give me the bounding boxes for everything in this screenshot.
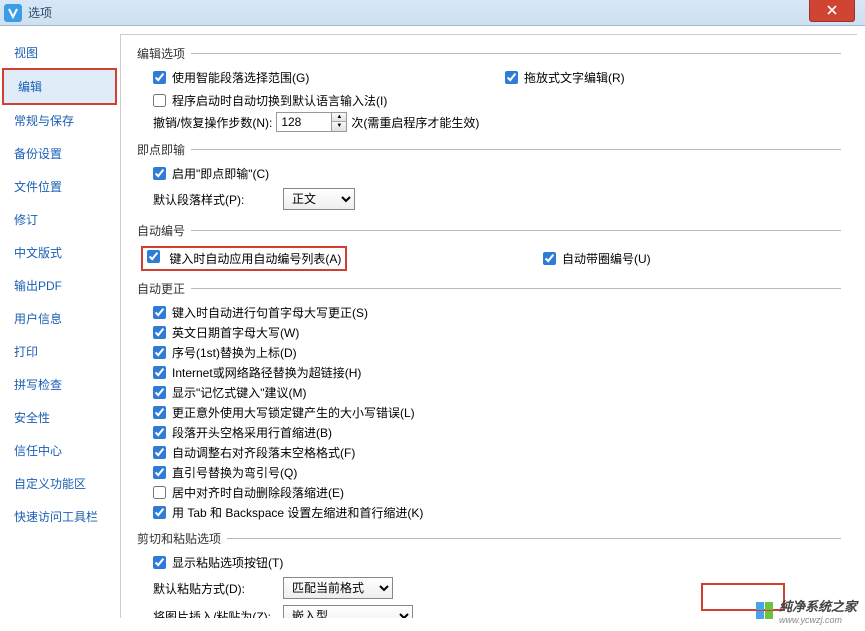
checkbox-smart-quotes[interactable] (153, 466, 166, 479)
label-drag-edit: 拖放式文字编辑(R) (524, 69, 625, 86)
sidebar-item-security[interactable]: 安全性 (0, 401, 119, 434)
sidebar-item-backup[interactable]: 备份设置 (0, 137, 119, 170)
label-first-line-indent: 段落开头空格采用行首缩进(B) (172, 424, 332, 441)
sidebar-item-view[interactable]: 视图 (0, 36, 119, 69)
checkbox-smart-paragraph[interactable] (153, 71, 166, 84)
checkbox-date-cap[interactable] (153, 326, 166, 339)
legend-cut-paste: 剪切和粘贴选项 (137, 530, 227, 547)
legend-instant-input: 即点即输 (137, 141, 191, 158)
label-ordinal-super: 序号(1st)替换为上标(D) (172, 344, 297, 361)
label-caps-lock-error: 更正意外使用大写锁定键产生的大小写错误(L) (172, 404, 415, 421)
select-paste-image[interactable]: 嵌入型 (283, 605, 413, 618)
sidebar-item-spell-check[interactable]: 拼写检查 (0, 368, 119, 401)
label-default-style: 默认段落样式(P): (153, 191, 283, 208)
label-circle-number: 自动带圈编号(U) (562, 250, 651, 267)
input-undo-steps[interactable] (276, 112, 332, 132)
checkbox-caps-lock-error[interactable] (153, 406, 166, 419)
label-auto-adjust-space: 自动调整右对齐段落末空格格式(F) (172, 444, 355, 461)
section-instant-input: 即点即输 启用"即点即输"(C) 默认段落样式(P): 正文 (137, 141, 841, 216)
section-auto-correct: 自动更正 键入时自动进行句首字母大写更正(S) 英文日期首字母大写(W) 序号(… (137, 280, 841, 524)
sidebar-item-file-location[interactable]: 文件位置 (0, 170, 119, 203)
checkbox-url-link[interactable] (153, 366, 166, 379)
sidebar: 视图 编辑 常规与保存 备份设置 文件位置 修订 中文版式 输出PDF 用户信息… (0, 26, 120, 626)
checkbox-tab-backspace[interactable] (153, 506, 166, 519)
label-auto-apply-list: 键入时自动应用自动编号列表(A) (169, 252, 341, 266)
sidebar-highlight: 编辑 (2, 68, 117, 105)
spin-down-icon[interactable]: ▼ (332, 122, 346, 131)
label-enable-instant: 启用"即点即输"(C) (172, 165, 269, 182)
sidebar-item-revision[interactable]: 修订 (0, 203, 119, 236)
sidebar-item-chinese-layout[interactable]: 中文版式 (0, 236, 119, 269)
label-smart-paragraph: 使用智能段落选择范围(G) (172, 69, 309, 86)
checkbox-enable-instant[interactable] (153, 167, 166, 180)
watermark-text: 纯净系统之家 (779, 596, 857, 615)
checkbox-center-remove-indent[interactable] (153, 486, 166, 499)
sidebar-item-trust-center[interactable]: 信任中心 (0, 434, 119, 467)
watermark: 纯净系统之家 www.ycwzj.com (756, 596, 857, 625)
select-default-paste[interactable]: 匹配当前格式 (283, 577, 393, 599)
window-title: 选项 (28, 4, 52, 21)
label-sentence-cap: 键入时自动进行句首字母大写更正(S) (172, 304, 368, 321)
checkbox-circle-number[interactable] (543, 252, 556, 265)
label-default-paste: 默认粘贴方式(D): (153, 580, 283, 597)
select-default-style[interactable]: 正文 (283, 188, 355, 210)
section-auto-number: 自动编号 键入时自动应用自动编号列表(A) 自动带圈编号(U) (137, 222, 841, 274)
sidebar-item-custom-ribbon[interactable]: 自定义功能区 (0, 467, 119, 500)
label-date-cap: 英文日期首字母大写(W) (172, 324, 299, 341)
legend-edit-options: 编辑选项 (137, 45, 191, 62)
sidebar-item-quick-access[interactable]: 快速访问工具栏 (0, 500, 119, 533)
label-show-paste-button: 显示粘贴选项按钮(T) (172, 554, 283, 571)
label-paste-image: 将图片插入/粘贴为(Z): (153, 608, 283, 619)
spinner-undo-steps[interactable]: ▲▼ (276, 112, 347, 132)
spin-up-icon[interactable]: ▲ (332, 113, 346, 122)
content-panel: 编辑选项 使用智能段落选择范围(G) 拖放式文字编辑(R) 程序启动时自动切换到… (120, 34, 857, 618)
sidebar-item-print[interactable]: 打印 (0, 335, 119, 368)
label-tab-backspace: 用 Tab 和 Backspace 设置左缩进和首行缩进(K) (172, 504, 423, 521)
legend-auto-correct: 自动更正 (137, 280, 191, 297)
watermark-icon (756, 602, 773, 619)
sidebar-item-user-info[interactable]: 用户信息 (0, 302, 119, 335)
label-undo-suffix: 次(需重启程序才能生效) (351, 114, 479, 131)
checkbox-sentence-cap[interactable] (153, 306, 166, 319)
watermark-url: www.ycwzj.com (779, 615, 857, 625)
label-undo-steps: 撤销/恢复操作步数(N): (153, 114, 272, 131)
sidebar-item-edit[interactable]: 编辑 (4, 70, 115, 103)
sidebar-item-general[interactable]: 常规与保存 (0, 104, 119, 137)
sidebar-item-output-pdf[interactable]: 输出PDF (0, 269, 119, 302)
checkbox-auto-switch-ime[interactable] (153, 94, 166, 107)
highlight-auto-number: 键入时自动应用自动编号列表(A) (141, 246, 347, 271)
checkbox-auto-apply-list[interactable] (147, 250, 160, 263)
label-center-remove-indent: 居中对齐时自动删除段落缩进(E) (172, 484, 344, 501)
checkbox-show-paste-button[interactable] (153, 556, 166, 569)
section-edit-options: 编辑选项 使用智能段落选择范围(G) 拖放式文字编辑(R) 程序启动时自动切换到… (137, 45, 841, 135)
label-url-link: Internet或网络路径替换为超链接(H) (172, 364, 361, 381)
app-icon (4, 4, 22, 22)
checkbox-auto-adjust-space[interactable] (153, 446, 166, 459)
checkbox-drag-edit[interactable] (505, 71, 518, 84)
checkbox-ordinal-super[interactable] (153, 346, 166, 359)
checkbox-first-line-indent[interactable] (153, 426, 166, 439)
label-memory-input: 显示"记忆式键入"建议(M) (172, 384, 307, 401)
titlebar: 选项 (0, 0, 865, 26)
label-auto-switch-ime: 程序启动时自动切换到默认语言输入法(I) (172, 92, 387, 109)
label-smart-quotes: 直引号替换为弯引号(Q) (172, 464, 297, 481)
close-button[interactable] (809, 0, 855, 22)
legend-auto-number: 自动编号 (137, 222, 191, 239)
checkbox-memory-input[interactable] (153, 386, 166, 399)
